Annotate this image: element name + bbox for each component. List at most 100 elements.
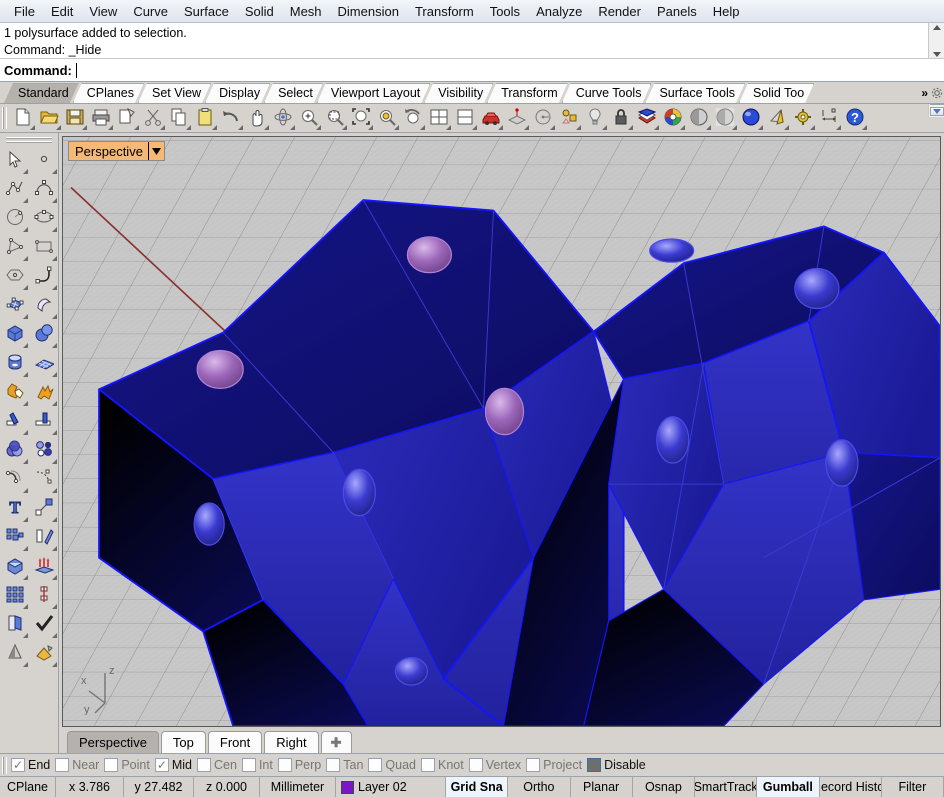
flyout-indicator-icon[interactable] — [23, 372, 28, 377]
toolbar-button-properties[interactable] — [556, 105, 582, 131]
toolbar-button-flat-shade[interactable] — [764, 105, 790, 131]
osnap-int[interactable]: Int — [241, 758, 273, 772]
command-history-scrollbar[interactable] — [928, 23, 944, 58]
toolbar-tab-viewport-layout[interactable]: Viewport Layout — [317, 83, 430, 103]
flyout-indicator-icon[interactable] — [23, 343, 28, 348]
toolbar-button-named-views[interactable] — [530, 105, 556, 131]
menu-item-tools[interactable]: Tools — [482, 2, 528, 21]
osnap-checkbox-mid[interactable]: ✓ — [154, 758, 169, 772]
flyout-indicator-icon[interactable] — [52, 285, 57, 290]
menu-item-edit[interactable]: Edit — [43, 2, 81, 21]
flyout-indicator-icon[interactable] — [342, 125, 347, 130]
osnap-cen[interactable]: Cen — [197, 758, 237, 772]
side-button-boolean-intersection[interactable] — [29, 436, 58, 465]
side-button-extrude-solid[interactable] — [29, 552, 58, 581]
flyout-indicator-icon[interactable] — [134, 125, 139, 130]
status-toggle-planar[interactable]: Planar — [571, 777, 633, 797]
toolbar-button-lock-object[interactable] — [608, 105, 634, 131]
osnap-checkbox-vertex[interactable] — [468, 758, 483, 772]
side-toolbar-grip[interactable] — [6, 137, 52, 143]
toolbar-button-zoom-extents[interactable] — [348, 105, 374, 131]
flyout-indicator-icon[interactable] — [23, 401, 28, 406]
side-button-polygon-triangle[interactable] — [0, 233, 29, 262]
flyout-indicator-icon[interactable] — [52, 256, 57, 261]
flyout-indicator-icon[interactable] — [498, 125, 503, 130]
osnap-project[interactable]: Project — [526, 758, 582, 772]
flyout-indicator-icon[interactable] — [23, 662, 28, 667]
osnap-tan[interactable]: Tan — [326, 758, 363, 772]
toolbar-button-layers[interactable] — [634, 105, 660, 131]
flyout-indicator-icon[interactable] — [186, 125, 191, 130]
osnap-mid[interactable]: ✓ Mid — [154, 758, 192, 772]
flyout-indicator-icon[interactable] — [264, 125, 269, 130]
osnap-checkbox-end[interactable]: ✓ — [11, 758, 25, 772]
toolbar-button-zoom-selected[interactable] — [374, 105, 400, 131]
flyout-indicator-icon[interactable] — [52, 488, 57, 493]
viewport-tab-right[interactable]: Right — [264, 731, 319, 753]
toolbar-button-rendered-view[interactable] — [738, 105, 764, 131]
toolbar-tab-display[interactable]: Display — [205, 83, 270, 103]
flyout-indicator-icon[interactable] — [52, 401, 57, 406]
tabstrip-overflow[interactable]: » — [917, 83, 944, 103]
toolbar-button-set-cplane[interactable] — [504, 105, 530, 131]
toolbar-tab-visibility[interactable]: Visibility — [424, 83, 493, 103]
side-button-mesh[interactable] — [29, 349, 58, 378]
toolbar-button-zoom-in[interactable] — [296, 105, 322, 131]
side-button-rectangular-array[interactable] — [0, 581, 29, 610]
toolbar-button-cut[interactable] — [140, 105, 166, 131]
status-layer[interactable]: Layer 02 — [336, 777, 446, 797]
osnap-checkbox-disable[interactable] — [587, 758, 602, 772]
side-button-polygon[interactable] — [0, 262, 29, 291]
flyout-indicator-icon[interactable] — [108, 125, 113, 130]
side-button-render-material[interactable] — [29, 639, 58, 668]
osnap-quad[interactable]: Quad — [368, 758, 416, 772]
side-button-scale[interactable] — [29, 494, 58, 523]
side-button-cone[interactable] — [0, 639, 29, 668]
side-button-boolean-union[interactable] — [0, 378, 29, 407]
flyout-indicator-icon[interactable] — [862, 125, 867, 130]
flyout-indicator-icon[interactable] — [706, 125, 711, 130]
osnap-checkbox-cen[interactable] — [197, 758, 211, 772]
flyout-indicator-icon[interactable] — [160, 125, 165, 130]
osnap-checkbox-knot[interactable] — [421, 758, 435, 772]
flyout-indicator-icon[interactable] — [212, 125, 217, 130]
flyout-indicator-icon[interactable] — [52, 604, 57, 609]
side-button-linear-dimension[interactable] — [29, 581, 58, 610]
flyout-indicator-icon[interactable] — [758, 125, 763, 130]
chevron-down-icon[interactable] — [149, 147, 164, 155]
flyout-indicator-icon[interactable] — [290, 125, 295, 130]
menu-item-file[interactable]: File — [6, 2, 43, 21]
toolbar-tab-transform[interactable]: Transform — [487, 83, 568, 103]
osnap-knot[interactable]: Knot — [421, 758, 464, 772]
menu-item-mesh[interactable]: Mesh — [282, 2, 330, 21]
flyout-indicator-icon[interactable] — [52, 314, 57, 319]
flyout-indicator-icon[interactable] — [23, 575, 28, 580]
toolbar-button-shaded-view[interactable] — [686, 105, 712, 131]
add-viewport-tab-button[interactable]: ✚ — [320, 731, 352, 753]
toolbar-tab-solid-too[interactable]: Solid Too — [739, 83, 814, 103]
toolbar-tab-curve-tools[interactable]: Curve Tools — [562, 83, 652, 103]
toolbar-grip[interactable] — [2, 107, 7, 129]
side-button-offset-curve[interactable] — [0, 465, 29, 494]
osnap-end[interactable]: ✓ End — [11, 758, 50, 772]
flyout-indicator-icon[interactable] — [23, 314, 28, 319]
viewport-tab-perspective[interactable]: Perspective — [67, 731, 159, 753]
overflow-chevron-icon[interactable]: » — [919, 86, 930, 100]
status-toggle-osnap[interactable]: Osnap — [633, 777, 695, 797]
side-button-point[interactable] — [29, 146, 58, 175]
flyout-indicator-icon[interactable] — [394, 125, 399, 130]
menu-item-help[interactable]: Help — [705, 2, 748, 21]
side-button-mirror[interactable] — [29, 523, 58, 552]
status-units[interactable]: Millimeter — [260, 777, 336, 797]
flyout-indicator-icon[interactable] — [550, 125, 555, 130]
flyout-indicator-icon[interactable] — [56, 125, 61, 130]
flyout-indicator-icon[interactable] — [784, 125, 789, 130]
flyout-indicator-icon[interactable] — [52, 459, 57, 464]
osnap-near[interactable]: Near — [55, 758, 99, 772]
toolbar-button-zoom-previous[interactable] — [400, 105, 426, 131]
viewport-tab-top[interactable]: Top — [160, 731, 206, 753]
side-button-boolean-difference[interactable] — [0, 436, 29, 465]
flyout-indicator-icon[interactable] — [472, 125, 477, 130]
osnap-disable[interactable]: Disable — [587, 758, 646, 772]
flyout-indicator-icon[interactable] — [238, 125, 243, 130]
